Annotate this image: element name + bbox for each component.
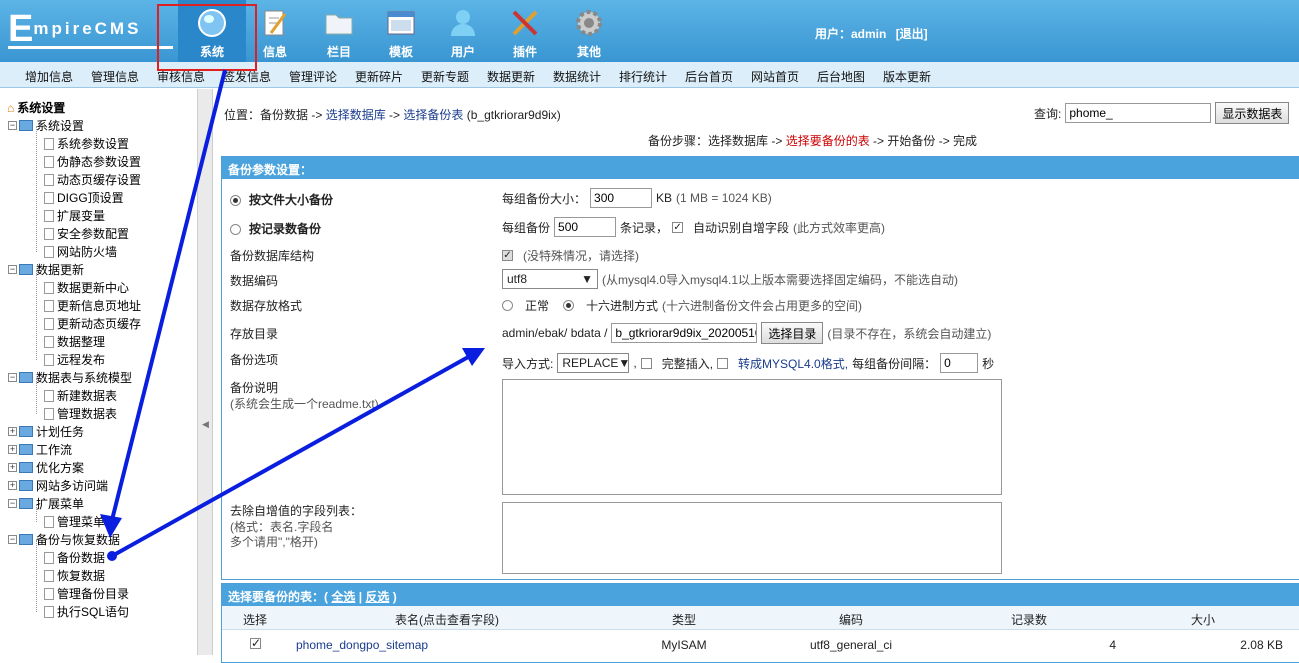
annotation-arrow-2	[111, 354, 471, 558]
arrow-origin-dot	[107, 551, 117, 561]
arrowhead-1	[100, 514, 122, 538]
highlight-box	[157, 4, 257, 71]
annotation-overlay	[100, 4, 485, 561]
annotation-arrow-1	[108, 69, 227, 529]
